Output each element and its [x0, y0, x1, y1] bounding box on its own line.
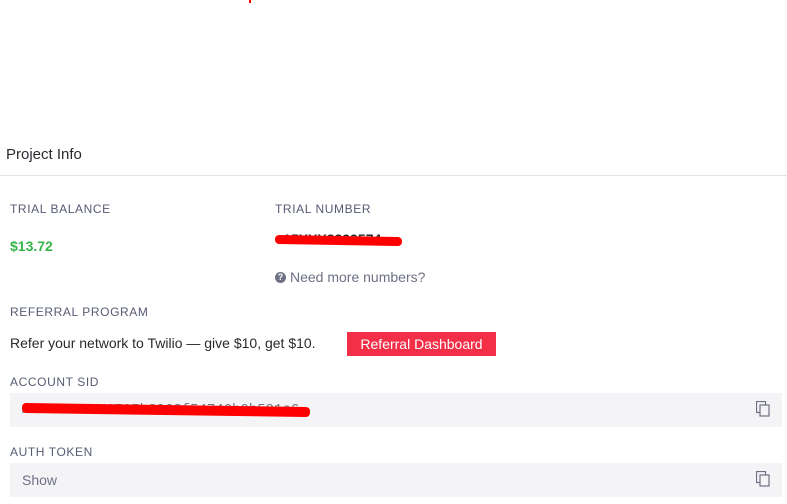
copy-icon[interactable]: [756, 471, 770, 487]
question-circle-icon: ?: [275, 271, 286, 283]
trial-balance-value: $13.72: [10, 238, 53, 254]
referral-dashboard-button[interactable]: Referral Dashboard: [347, 332, 496, 356]
need-more-numbers-text: Need more numbers?: [290, 269, 426, 285]
auth-token-field[interactable]: Show: [10, 463, 782, 497]
trial-number-label: TRIAL NUMBER: [275, 202, 372, 216]
divider: [0, 175, 787, 176]
auth-token-show[interactable]: Show: [22, 472, 57, 488]
need-more-numbers-link[interactable]: ? Need more numbers?: [275, 269, 425, 285]
section-title: Project Info: [6, 146, 82, 163]
trial-balance-label: TRIAL BALANCE: [10, 202, 111, 216]
redaction-mark: [249, 0, 251, 3]
referral-program-label: REFERRAL PROGRAM: [10, 305, 149, 319]
auth-token-label: AUTH TOKEN: [10, 445, 93, 459]
trial-number: +15XXX8899574: [274, 228, 405, 250]
copy-icon[interactable]: [756, 401, 770, 417]
account-sid-label: ACCOUNT SID: [10, 375, 100, 389]
account-sid-field[interactable]: AC8XXXXXXX0795b3063f54746b0b591c6: [10, 393, 782, 427]
referral-text: Refer your network to Twilio — give $10,…: [10, 335, 316, 351]
